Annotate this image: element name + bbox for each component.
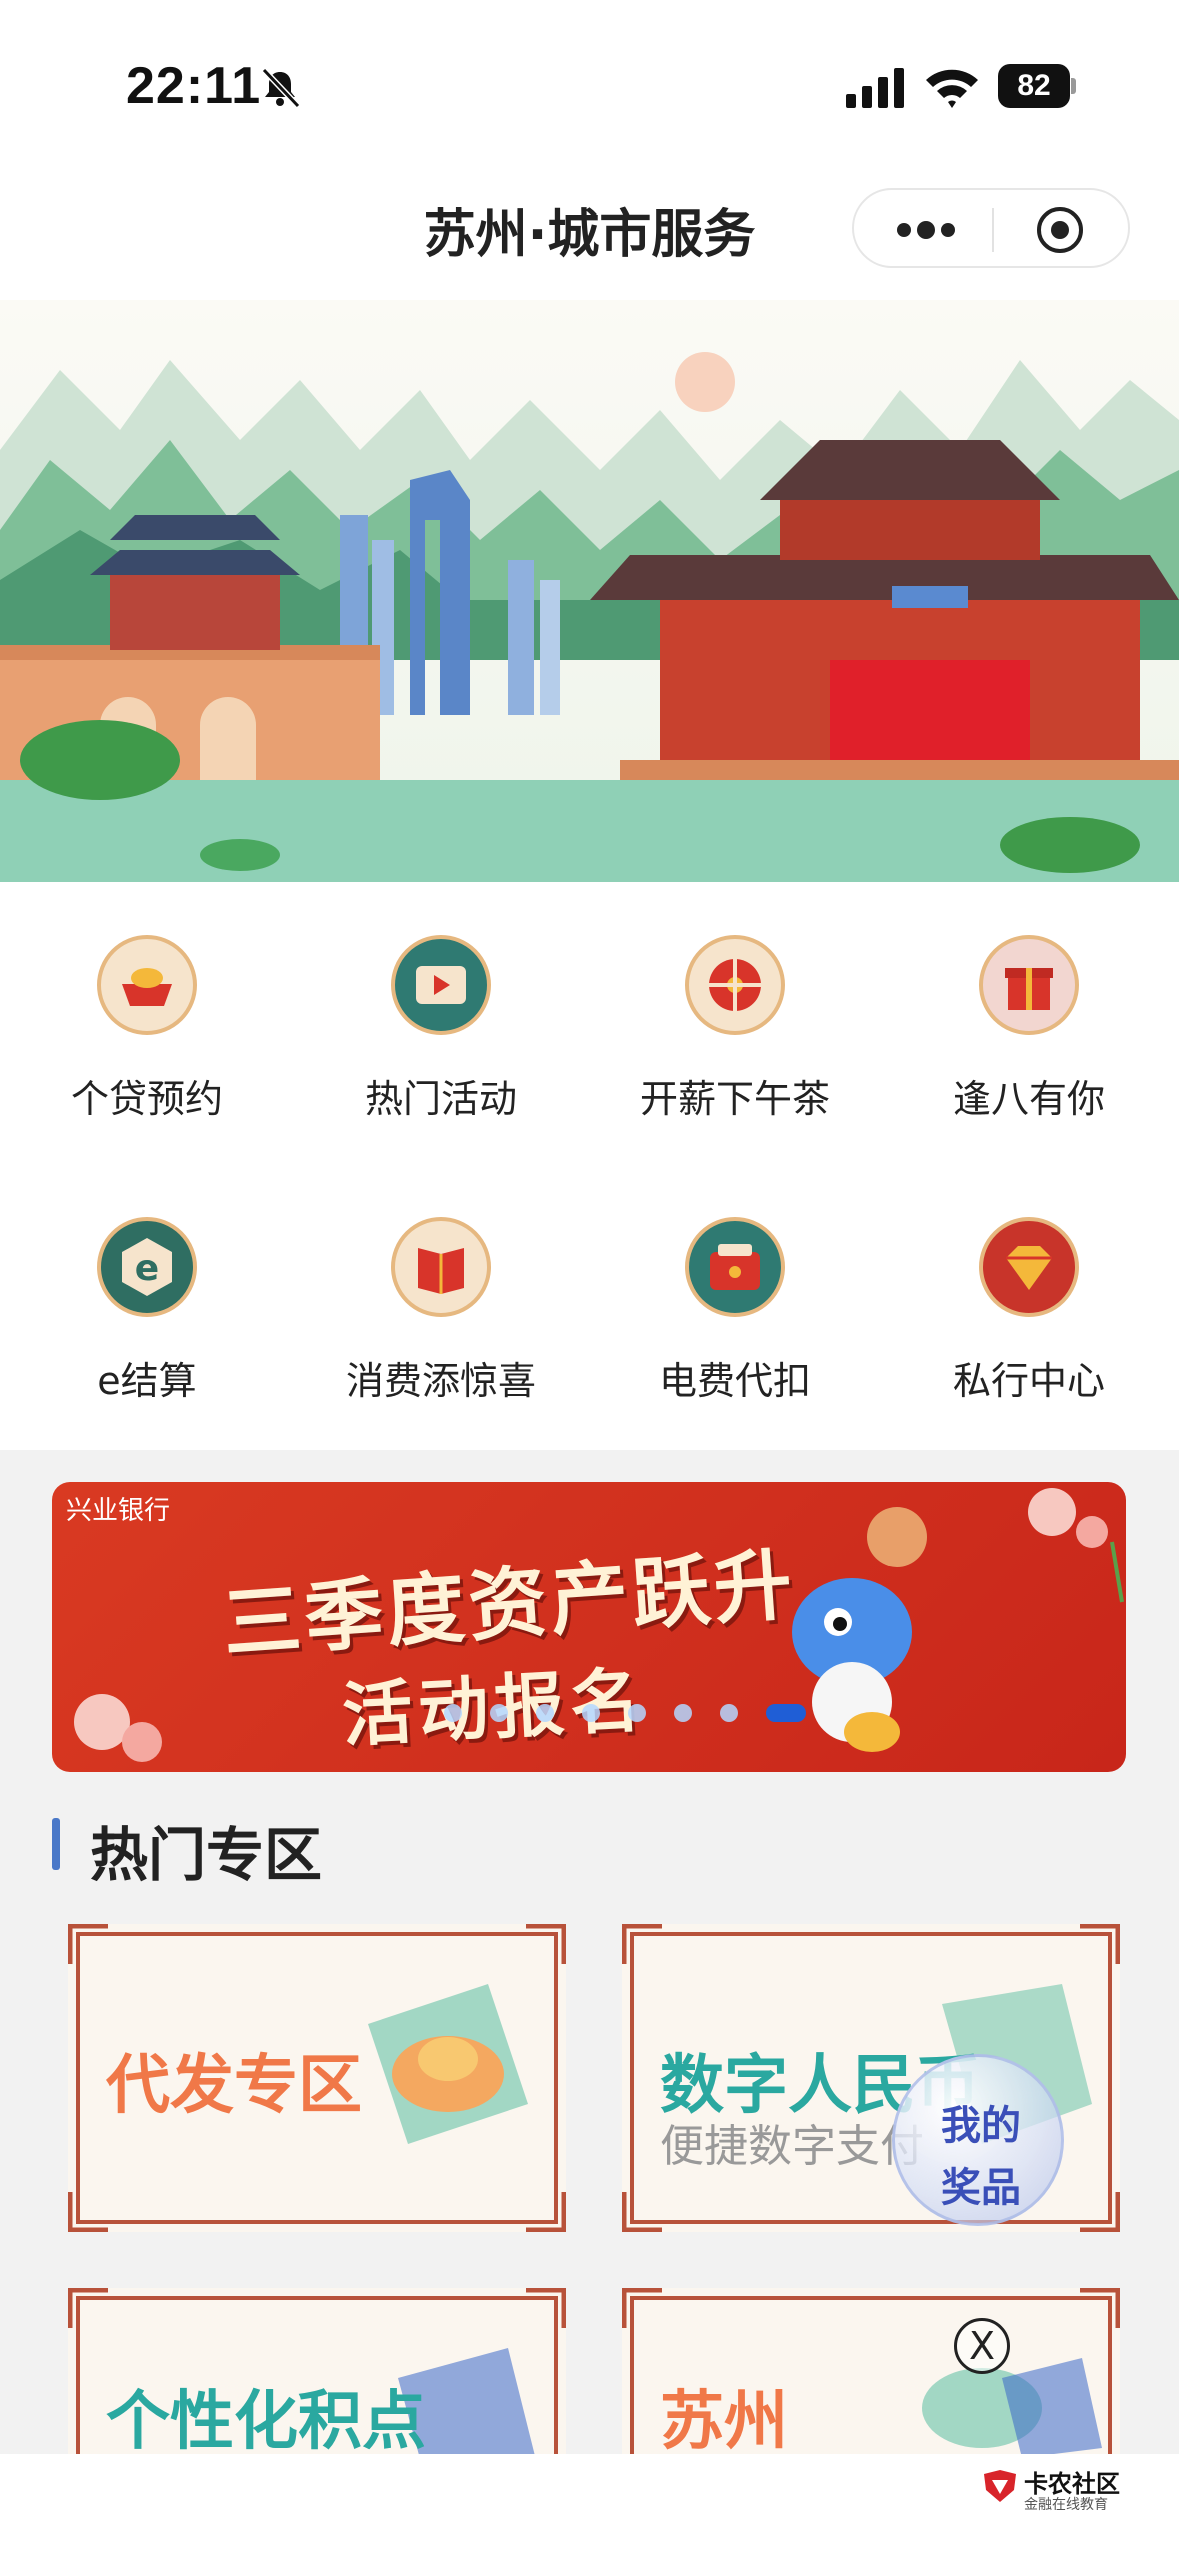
carousel-dot[interactable] [674, 1704, 692, 1722]
card-points[interactable]: 个性化积点 [68, 2288, 566, 2454]
grid-label: 电费代扣 [658, 1359, 811, 1403]
city-banner[interactable] [0, 300, 1179, 882]
grid-label: 个贷预约 [70, 1077, 223, 1121]
card-title: 苏州 [660, 2385, 788, 2454]
section-title: 热门专区 [90, 1821, 323, 1889]
my-prize-button[interactable]: 我的 奖品 [892, 2054, 1064, 2226]
carousel-dot-active[interactable] [766, 1704, 806, 1722]
card-subtitle: 便捷数字支付 [660, 2121, 924, 2172]
battery-cap [1071, 78, 1076, 94]
svg-text:e: e [135, 1248, 159, 1289]
status-time: 22:11 [126, 57, 262, 115]
bell-muted-icon [261, 67, 301, 109]
grid-item-electricity[interactable]: 电费代扣 [588, 1164, 882, 1403]
section-accent-bar [52, 1818, 60, 1870]
close-target-icon[interactable] [1034, 204, 1086, 256]
watermark: 卡农社区 金融在线教育 [980, 2464, 1130, 2524]
grid-label: 私行中心 [952, 1359, 1105, 1403]
bank-logo: 兴业银行 [66, 1496, 171, 1526]
grid-item-private-banking[interactable]: 私行中心 [882, 1164, 1176, 1403]
watermark-subtitle: 金融在线教育 [1024, 2497, 1108, 2513]
grid-item-loan[interactable]: 个贷预约 [0, 882, 294, 1121]
book-icon [391, 1217, 491, 1317]
carousel-dots [444, 1702, 806, 1724]
wallet-icon [685, 1217, 785, 1317]
prize-label: 我的 奖品 [895, 2095, 1067, 2219]
ingot-icon [97, 935, 197, 1035]
kanong-logo-icon [984, 2470, 1016, 2502]
more-icon[interactable] [894, 218, 958, 242]
grid-label: e结算 [97, 1359, 197, 1403]
service-grid: 个贷预约 热门活动 开薪下午茶 逢八有你 e e结算 消费添惊喜 电费代扣 私行… [0, 882, 1179, 1450]
carousel-dot[interactable] [628, 1704, 646, 1722]
grid-item-lucky-eight[interactable]: 逢八有你 [882, 882, 1176, 1121]
grid-label: 开薪下午茶 [639, 1077, 830, 1121]
close-icon[interactable]: X [954, 2318, 1010, 2374]
carousel-dot[interactable] [720, 1704, 738, 1722]
grid-label: 逢八有你 [952, 1077, 1105, 1121]
card-payroll[interactable]: 代发专区 [68, 1924, 566, 2232]
signal-icon [846, 68, 904, 108]
battery-level: 82 [998, 64, 1070, 108]
grid-item-afternoon-tea[interactable]: 开薪下午茶 [588, 882, 882, 1121]
card-title: 个性化积点 [106, 2385, 426, 2454]
card-title: 代发专区 [106, 2049, 362, 2123]
navigation-bar: 苏州·城市服务 [0, 150, 1179, 300]
promo-banner[interactable]: 兴业银行 三季度资产跃升 活动报名 [52, 1482, 1126, 1772]
status-bar: 22:11 82 [0, 0, 1179, 150]
carousel-dot[interactable] [536, 1704, 554, 1722]
e-settle-icon: e [97, 1217, 197, 1317]
carousel-dot[interactable] [444, 1704, 462, 1722]
video-play-icon [391, 935, 491, 1035]
capsule-divider [992, 208, 994, 252]
grid-label: 消费添惊喜 [345, 1359, 536, 1403]
grid-item-hot-activity[interactable]: 热门活动 [294, 882, 588, 1121]
carousel-dot[interactable] [490, 1704, 508, 1722]
diamond-icon [979, 1217, 1079, 1317]
battery-indicator: 82 [998, 64, 1076, 108]
carousel-dot[interactable] [582, 1704, 600, 1722]
prize-label-line1: 我的 [941, 2103, 1021, 2149]
grid-item-e-settle[interactable]: e e结算 [0, 1164, 294, 1403]
grid-label: 热门活动 [364, 1077, 517, 1121]
grid-item-consumption[interactable]: 消费添惊喜 [294, 1164, 588, 1403]
gift-icon [979, 935, 1079, 1035]
mini-program-capsule [852, 188, 1130, 268]
card-suzhou[interactable]: 苏州 [622, 2288, 1120, 2454]
wifi-icon [926, 69, 978, 108]
prize-label-line2: 奖品 [941, 2165, 1021, 2211]
suzhou-illustration [0, 352, 1179, 882]
wheel-icon [685, 935, 785, 1035]
